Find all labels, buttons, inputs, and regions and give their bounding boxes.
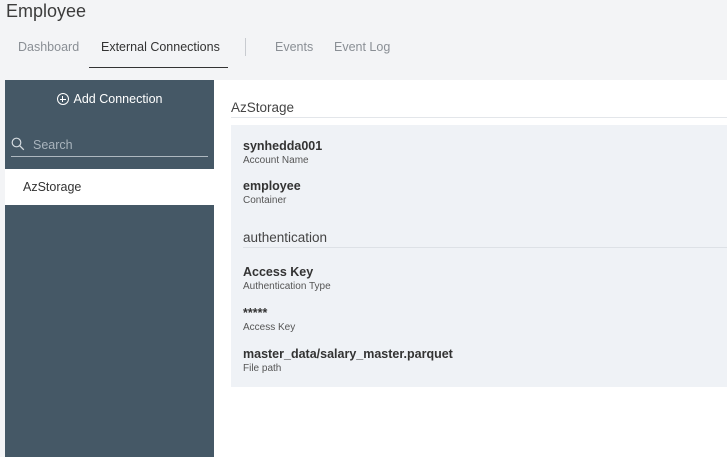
tab-event-log[interactable]: Event Log	[334, 38, 390, 68]
access-key-field: ***** Access Key	[243, 306, 295, 334]
container-field: employee Container	[243, 179, 301, 207]
page-title: Employee	[6, 1, 87, 21]
container-label: Container	[243, 195, 287, 206]
plus-circle-icon	[56, 93, 69, 105]
file-path-value: master_data/salary_master.parquet	[243, 347, 453, 361]
connection-details-card: synhedda001 Account Name employee Contai…	[231, 125, 727, 387]
search-icon	[11, 137, 25, 151]
account-name-label: Account Name	[243, 155, 309, 166]
authentication-type-label: Authentication Type	[243, 281, 331, 292]
add-connection-button[interactable]: Add Connection	[5, 92, 214, 106]
tab-dashboard[interactable]: Dashboard	[18, 38, 79, 68]
tab-divider	[245, 38, 246, 56]
sidebar-item-label: AzStorage	[23, 180, 82, 194]
account-name-value: synhedda001	[243, 139, 323, 153]
search-input[interactable]	[33, 136, 203, 154]
access-key-label: Access Key	[243, 322, 296, 333]
container-value: employee	[243, 179, 301, 193]
connection-detail-panel: AzStorage synhedda001 Account Name emplo…	[214, 80, 727, 457]
search-box	[11, 136, 208, 157]
authentication-type-value: Access Key	[243, 265, 314, 279]
connections-sidebar: Add Connection AzStorage	[5, 80, 214, 457]
account-name-field: synhedda001 Account Name	[243, 139, 322, 167]
divider	[243, 247, 727, 248]
tab-events[interactable]: Events	[275, 38, 313, 68]
connection-title: AzStorage	[231, 100, 295, 115]
sidebar-item-azstorage[interactable]: AzStorage	[5, 169, 214, 205]
tab-bar: Dashboard External Connections Events Ev…	[0, 38, 727, 68]
file-path-field: master_data/salary_master.parquet File p…	[243, 347, 453, 375]
access-key-value: *****	[243, 306, 268, 320]
add-connection-label: Add Connection	[73, 92, 163, 106]
authentication-section-title: authentication	[243, 230, 328, 245]
tab-external-connections[interactable]: External Connections	[101, 38, 220, 68]
divider	[231, 117, 727, 118]
active-tab-indicator	[89, 67, 228, 68]
file-path-label: File path	[243, 363, 282, 374]
authentication-type-field: Access Key Authentication Type	[243, 265, 331, 293]
